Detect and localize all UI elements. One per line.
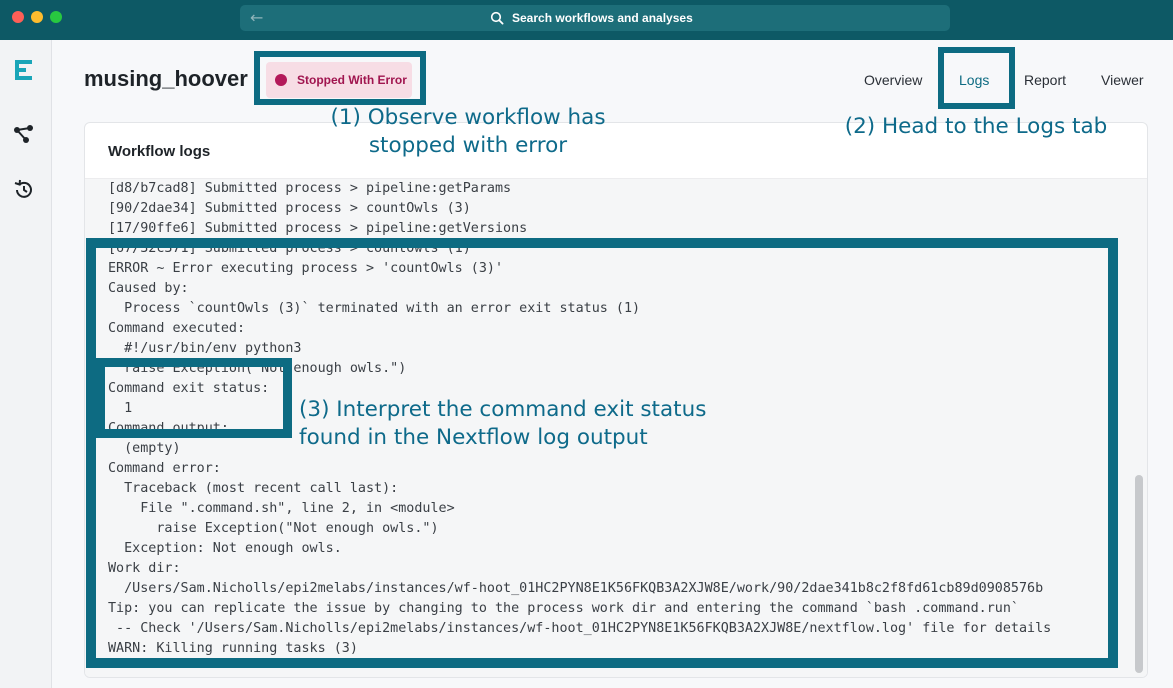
annotation-step2: (2) Head to the Logs tab [844,114,1108,139]
workflow-name: musing_hoover [84,66,248,91]
search-icon [490,11,504,25]
title-bar: ← Search workflows and analyses [0,0,1173,40]
maximize-window-button[interactable] [50,11,62,23]
tab-overview[interactable]: Overview [864,72,922,88]
search-bar[interactable]: ← Search workflows and analyses [240,5,950,31]
workflows-icon[interactable] [12,122,36,146]
tab-report[interactable]: Report [1024,72,1066,88]
annotation-box-exit-status [96,358,292,438]
annotation-box-status [254,51,426,105]
search-placeholder: Search workflows and analyses [512,11,693,25]
log-line: [17/90ffe6] Submitted process > pipeline… [108,221,528,236]
log-line: [d8/b7cad8] Submitted process > pipeline… [108,181,512,196]
annotation-step1-line1: (1) Observe workflow has [330,105,606,130]
epi2me-logo-icon[interactable] [12,60,36,84]
minimize-window-button[interactable] [31,11,43,23]
annotation-box-error-log [86,238,1118,668]
tab-viewer[interactable]: Viewer [1101,72,1144,88]
back-arrow-icon[interactable]: ← [250,8,263,27]
annotation-step3-line2: found in the Nextflow log output [299,425,648,450]
card-title: Workflow logs [108,143,211,160]
log-scrollbar[interactable] [1135,475,1143,673]
annotation-box-logs-tab [938,47,1015,109]
close-window-button[interactable] [12,11,24,23]
history-icon[interactable] [12,178,36,202]
annotation-step1-line2: stopped with error [368,133,568,158]
annotation-step3-line1: (3) Interpret the command exit status [299,397,707,422]
sidebar [0,40,52,688]
log-line: [90/2dae34] Submitted process > countOwl… [108,201,471,216]
